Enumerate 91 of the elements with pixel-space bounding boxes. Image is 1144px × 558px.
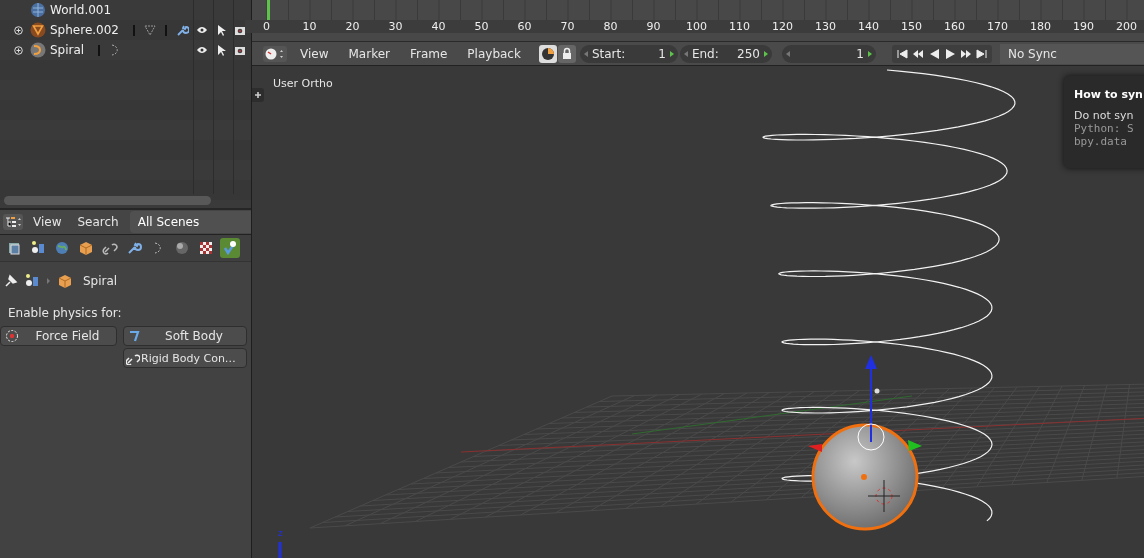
- frame-number: 110: [718, 20, 761, 33]
- tooltip-title: How to syn: [1074, 88, 1144, 101]
- menu-item[interactable]: Frame: [401, 44, 456, 63]
- cursor-icon[interactable]: [216, 44, 226, 56]
- material-icon: [174, 240, 190, 256]
- display-mode-dropdown[interactable]: All Scenes: [129, 211, 251, 233]
- frame-number: 140: [847, 20, 890, 33]
- number-field[interactable]: 1: [781, 44, 876, 63]
- frame-number: 60: [503, 20, 546, 33]
- frame-number: 190: [1062, 20, 1105, 33]
- lock-icon[interactable]: [557, 44, 576, 63]
- physics-icon: [222, 240, 238, 256]
- physics-button[interactable]: Soft Body: [123, 326, 247, 346]
- physics-button[interactable]: Force Field: [0, 326, 117, 346]
- frame-number: 10: [288, 20, 331, 33]
- axis-label: z: [278, 528, 283, 538]
- cursor-icon[interactable]: [216, 24, 226, 36]
- object-name[interactable]: Sphere.002: [50, 23, 119, 37]
- frame-number: 200: [1105, 20, 1144, 33]
- breadcrumb-object: Spiral: [83, 274, 118, 288]
- triangle-icon: [30, 22, 46, 38]
- menu-item[interactable]: Playback: [459, 44, 529, 63]
- curve-icon: [30, 42, 46, 58]
- menu-item[interactable]: View: [26, 213, 69, 231]
- expand-icon[interactable]: [14, 45, 23, 55]
- number-field[interactable]: End: 250: [679, 44, 772, 63]
- wrench-icon[interactable]: [175, 23, 189, 37]
- 3d-cursor-icon: [867, 479, 901, 513]
- sync-dropdown[interactable]: No Sync: [999, 43, 1144, 64]
- jump-start-icon[interactable]: [895, 47, 908, 60]
- frame-number: 40: [417, 20, 460, 33]
- python-path: bpy.data: [1074, 135, 1128, 148]
- fast-forward-icon[interactable]: [959, 47, 972, 60]
- frame-number: 100: [675, 20, 718, 33]
- physics-tab[interactable]: [220, 238, 240, 258]
- number-field[interactable]: Start: 1: [579, 44, 678, 63]
- cube-icon: [57, 273, 73, 289]
- menu-item[interactable]: Marker: [340, 44, 398, 63]
- globe-icon: [30, 2, 46, 18]
- camera-icon[interactable]: [234, 44, 246, 56]
- expand-icon[interactable]: [14, 25, 23, 35]
- pin-icon[interactable]: [4, 274, 18, 288]
- current-frame-marker[interactable]: [267, 0, 270, 20]
- timeline-editor-icon[interactable]: [262, 44, 288, 63]
- sphere-object[interactable]: [811, 423, 919, 531]
- rewind-icon[interactable]: [911, 47, 924, 60]
- python-path: Python: S: [1074, 122, 1135, 135]
- scene-icon: [30, 240, 46, 256]
- scrollbar[interactable]: [4, 196, 211, 205]
- frame-number: 160: [933, 20, 976, 33]
- frame-number: 70: [546, 20, 589, 33]
- frame-number: 170: [976, 20, 1019, 33]
- frame-number: 0: [245, 20, 288, 33]
- spiral-curve[interactable]: [762, 69, 1016, 522]
- jump-end-icon[interactable]: [975, 47, 988, 60]
- frame-number: 20: [331, 20, 374, 33]
- render-layers-icon: [6, 240, 22, 256]
- frame-number: 150: [890, 20, 933, 33]
- eye-icon[interactable]: [196, 25, 208, 35]
- object-name[interactable]: World.001: [50, 3, 112, 17]
- texture-icon: [198, 240, 214, 256]
- menu-item[interactable]: View: [292, 44, 337, 63]
- view-label: User Ortho: [273, 77, 333, 90]
- dotted-circle-icon: [5, 329, 19, 343]
- frame-number: 130: [804, 20, 847, 33]
- transform-gizmo[interactable]: [808, 355, 922, 452]
- camera-icon[interactable]: [234, 24, 246, 36]
- mesh-data-icon[interactable]: [143, 23, 157, 37]
- toolshelf-toggle[interactable]: [252, 88, 264, 102]
- frame-number: 180: [1019, 20, 1062, 33]
- world-icon: [54, 240, 70, 256]
- frame-number: 30: [374, 20, 417, 33]
- scene-icon: [24, 273, 40, 289]
- object-icon: [78, 240, 94, 256]
- modifiers-icon: [126, 240, 142, 256]
- tooltip-description: Do not syn: [1074, 109, 1135, 122]
- frame-number: 80: [589, 20, 632, 33]
- frame-number: 50: [460, 20, 503, 33]
- keying-toggle-icon[interactable]: [538, 44, 557, 63]
- menu-item[interactable]: Search: [70, 213, 126, 231]
- plus-icon: [254, 91, 262, 99]
- frame-number: 90: [632, 20, 675, 33]
- section-label: Enable physics for:: [8, 306, 123, 320]
- chevron-icon: [46, 277, 51, 285]
- outliner-editor-icon[interactable]: [2, 213, 24, 231]
- physics-button[interactable]: Rigid Body Con…: [123, 348, 247, 368]
- z-axis-line: [278, 542, 282, 558]
- play-icon[interactable]: [943, 47, 956, 60]
- object-name[interactable]: Spiral: [50, 43, 85, 57]
- frame-number: 120: [761, 20, 804, 33]
- eye-icon[interactable]: [196, 45, 208, 55]
